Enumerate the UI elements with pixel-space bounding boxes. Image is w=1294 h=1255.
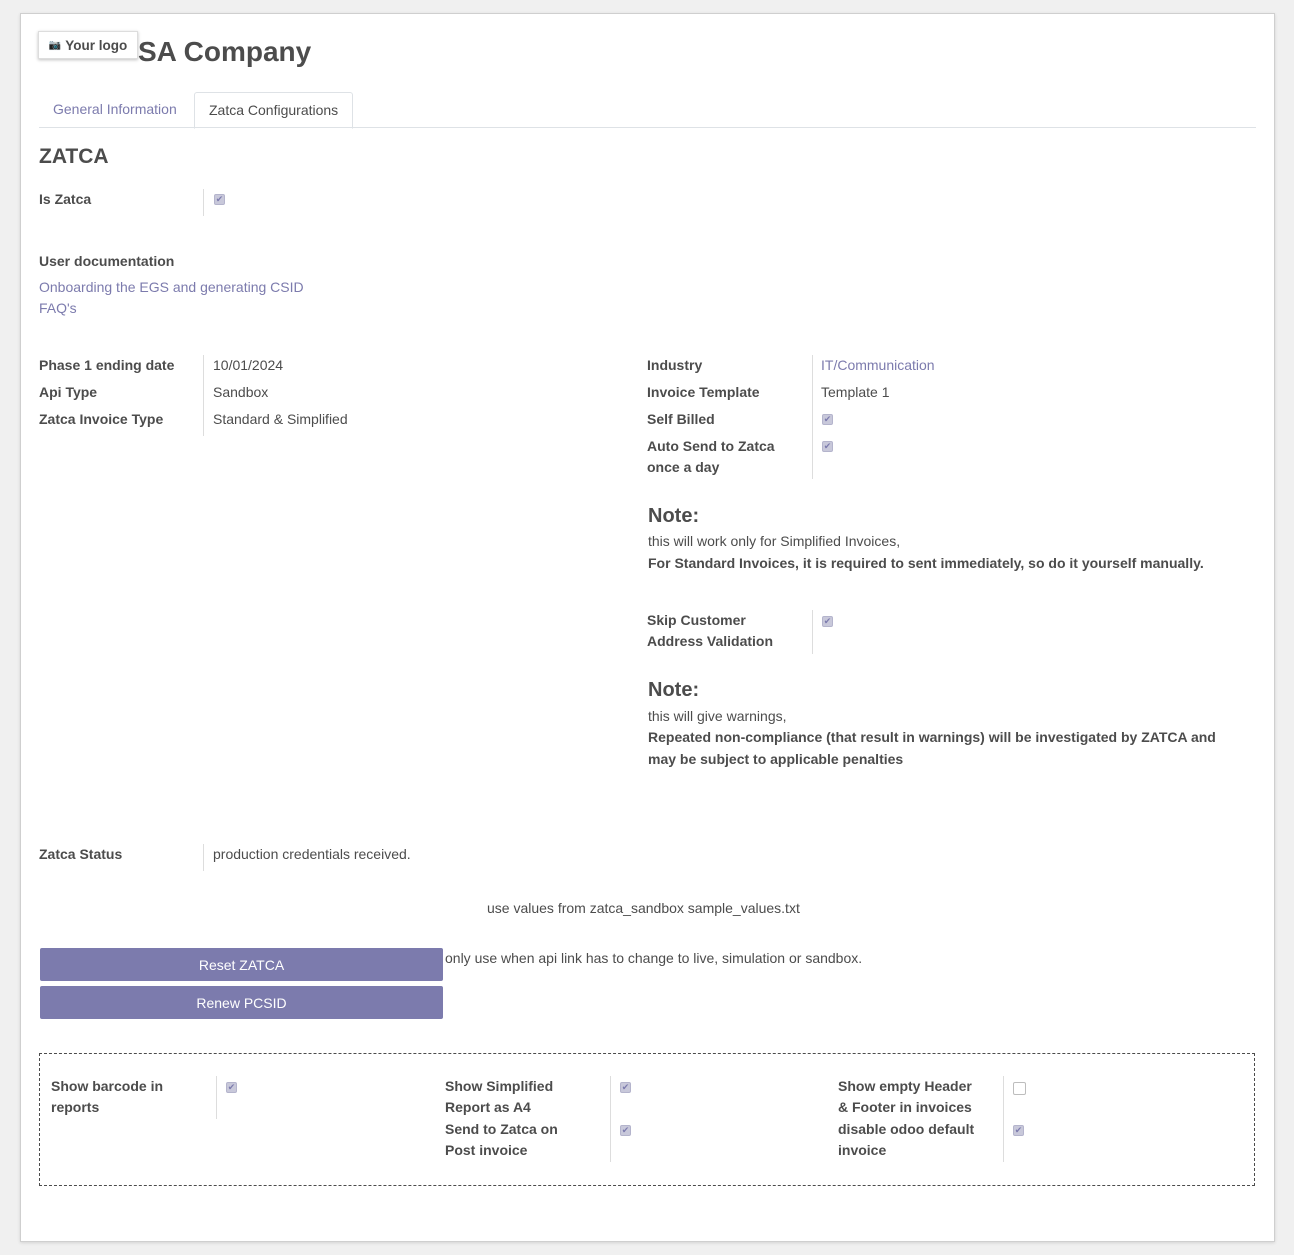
- barcode-checkbox[interactable]: ✔: [226, 1082, 237, 1093]
- invoice-template-label: Invoice Template: [647, 384, 760, 400]
- barcode-label-line1: Show barcode in: [51, 1078, 164, 1094]
- disable-default-label-line2: invoice: [838, 1142, 887, 1158]
- note2-heading: Note:: [648, 679, 700, 701]
- skip-validation-label-line1: Skip Customer: [647, 612, 746, 628]
- auto-send-checkbox[interactable]: ✔: [822, 441, 833, 452]
- disable-default-label-line1: disable odoo default: [838, 1121, 975, 1137]
- empty-header-checkbox[interactable]: ✔: [1013, 1082, 1026, 1095]
- self-billed-checkbox[interactable]: ✔: [822, 414, 833, 425]
- company-name[interactable]: SA Company: [138, 36, 311, 68]
- field-separator: [203, 844, 204, 871]
- barcode-label-line2: reports: [51, 1099, 100, 1115]
- field-separator: [203, 355, 204, 436]
- logo-label: Your logo: [65, 37, 128, 53]
- note1-text: this will work only for Simplified Invoi…: [648, 533, 901, 549]
- note1-heading: Note:: [648, 505, 700, 527]
- note2-text: this will give warnings,: [648, 708, 787, 724]
- field-separator: [812, 355, 813, 479]
- field-separator: [216, 1076, 217, 1119]
- industry-value[interactable]: IT/Communication: [821, 357, 935, 373]
- empty-header-label-line1: Show empty Header: [838, 1078, 972, 1094]
- send-on-post-label-line2: Post invoice: [445, 1142, 528, 1158]
- auto-send-label-line1: Auto Send to Zatca: [647, 438, 775, 454]
- is-zatca-label: Is Zatca: [39, 191, 92, 207]
- simplified-a4-label: Show Simplified Report as A4: [445, 1076, 553, 1118]
- phase1-date-label: Phase 1 ending date: [39, 357, 175, 373]
- note2-bold-line2: may be subject to applicable penalties: [648, 751, 904, 767]
- send-on-post-label: Send to Zatca on Post invoice: [445, 1119, 558, 1161]
- industry-label: Industry: [647, 357, 703, 373]
- empty-header-label-line2: & Footer in invoices: [838, 1099, 972, 1115]
- form-sheet: 📷 Your logo SA Company General Informati…: [20, 13, 1275, 1242]
- report-options-box: Show barcode in reports ✔ Show Simplifie…: [39, 1053, 1255, 1186]
- sample-values-hint: use values from zatca_sandbox sample_val…: [487, 900, 800, 916]
- api-type-label: Api Type: [39, 384, 98, 400]
- tabs-divider: [39, 127, 1256, 128]
- disable-default-label: disable odoo default invoice: [838, 1119, 974, 1161]
- zatca-status-label: Zatca Status: [39, 846, 123, 862]
- skip-validation-checkbox[interactable]: ✔: [822, 616, 833, 627]
- api-type-value[interactable]: Sandbox: [213, 384, 268, 400]
- skip-validation-label: Skip Customer Address Validation: [647, 610, 773, 652]
- renew-pcsid-button[interactable]: Renew PCSID: [40, 986, 443, 1019]
- send-on-post-label-line1: Send to Zatca on: [445, 1121, 558, 1137]
- field-separator: [610, 1076, 611, 1162]
- tab-zatca-configurations[interactable]: Zatca Configurations: [194, 92, 354, 129]
- phase1-date-value[interactable]: 10/01/2024: [213, 357, 283, 373]
- reset-hint: only use when api link has to change to …: [445, 950, 863, 966]
- camera-icon: 📷: [48, 39, 62, 51]
- field-separator: [1003, 1076, 1004, 1162]
- docs-link-onboarding[interactable]: Onboarding the EGS and generating CSID: [39, 279, 304, 295]
- note1-bold: For Standard Invoices, it is required to…: [648, 555, 1204, 571]
- zatca-status-value: production credentials received.: [213, 846, 411, 862]
- section-title: ZATCA: [39, 145, 109, 168]
- invoice-template-value[interactable]: Template 1: [821, 384, 889, 400]
- simplified-a4-label-line1: Show Simplified: [445, 1078, 554, 1094]
- note2-bold-line1: Repeated non-compliance (that result in …: [648, 729, 1216, 745]
- is-zatca-checkbox[interactable]: ✔: [214, 194, 225, 205]
- reset-zatca-button[interactable]: Reset ZATCA: [40, 948, 443, 981]
- tab-general-information[interactable]: General Information: [39, 92, 191, 127]
- docs-link-faq[interactable]: FAQ's: [39, 300, 77, 316]
- field-separator: [812, 610, 813, 654]
- send-on-post-checkbox[interactable]: ✔: [620, 1125, 631, 1136]
- barcode-label: Show barcode in reports: [51, 1076, 163, 1118]
- self-billed-label: Self Billed: [647, 411, 715, 427]
- disable-default-checkbox[interactable]: ✔: [1013, 1125, 1024, 1136]
- docs-title: User documentation: [39, 253, 175, 269]
- logo-upload[interactable]: 📷 Your logo: [38, 31, 138, 59]
- simplified-a4-label-line2: Report as A4: [445, 1099, 531, 1115]
- field-separator: [203, 189, 204, 216]
- invoice-type-value[interactable]: Standard & Simplified: [213, 411, 348, 427]
- empty-header-label: Show empty Header & Footer in invoices: [838, 1076, 972, 1118]
- skip-validation-label-line2: Address Validation: [647, 633, 774, 649]
- auto-send-label: Auto Send to Zatca once a day: [647, 436, 775, 478]
- invoice-type-label: Zatca Invoice Type: [39, 411, 164, 427]
- auto-send-label-line2: once a day: [647, 459, 720, 475]
- simplified-a4-checkbox[interactable]: ✔: [620, 1082, 631, 1093]
